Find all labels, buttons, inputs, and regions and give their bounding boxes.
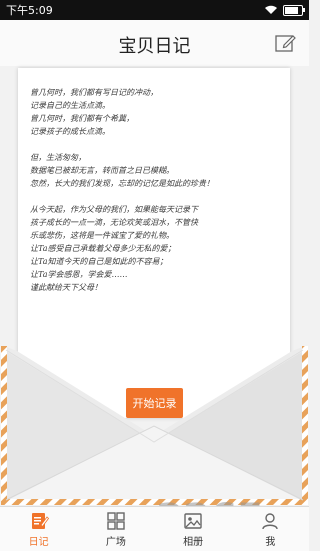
- diary-icon: [31, 513, 49, 529]
- letter-line: 曾几何时，我们都有个希冀，: [30, 114, 134, 123]
- tab-square[interactable]: 广场: [77, 507, 154, 551]
- edit-note-icon: [275, 35, 296, 52]
- status-bar: 下午5:09: [0, 0, 309, 20]
- tab-diary-label: 日记: [28, 537, 49, 548]
- bottom-tab-bar: 日记 广场 相册 我: [0, 506, 309, 551]
- letter-line: 记录自己的生活点滴。: [30, 101, 110, 110]
- battery-level: [285, 6, 298, 14]
- letter-line: 乐或悲伤，这将是一件诚宝了爱的礼物。: [30, 231, 174, 240]
- letter-line: 但，生活匆匆，: [30, 153, 86, 162]
- start-record-button[interactable]: 开始记录: [126, 388, 183, 418]
- battery-icon: [283, 4, 305, 16]
- album-icon: [184, 513, 202, 529]
- tab-album-label: 相册: [183, 537, 204, 548]
- status-time: 下午5:09: [6, 4, 53, 17]
- letter-line: 忽然，长大的我们发现，忘却的记忆是如此的珍贵！: [30, 179, 214, 188]
- wifi-icon: [265, 5, 277, 14]
- app-header: 宝贝日记: [0, 20, 309, 67]
- grid-icon: [107, 512, 125, 530]
- letter-line: 从今天起，作为父母的我们，如果能每天记录下: [30, 205, 198, 214]
- tab-me-label: 我: [265, 537, 276, 548]
- tab-diary[interactable]: 日记: [0, 507, 77, 551]
- letter-line: 让Ta感受自己承载着父母多少无私的爱；: [30, 244, 176, 253]
- status-icons: [264, 4, 305, 16]
- tab-album[interactable]: 相册: [155, 507, 232, 551]
- letter-line: 孩子成长的一点一滴，无论欢笑或泪水，不管快: [30, 218, 198, 227]
- letter-line: 曾几何时，我们都有写日记的冲动，: [30, 88, 158, 97]
- letter-line: 记录孩子的成长点滴。: [30, 127, 110, 136]
- compose-button[interactable]: [275, 33, 297, 53]
- tab-me[interactable]: 我: [232, 507, 309, 551]
- letter-text: 曾几何时，我们都有写日记的冲动， 记录自己的生活点滴。 曾几何时，我们都有个希冀…: [30, 86, 286, 294]
- letter-line: 数据笔已被却无言，转而首之日已模糊。: [30, 166, 174, 175]
- person-icon: [262, 513, 279, 530]
- letter-line: 让Ta知道今天的自己是如此的不容易；: [30, 257, 168, 266]
- tab-square-label: 广场: [105, 537, 126, 548]
- page-title: 宝贝日记: [118, 36, 191, 57]
